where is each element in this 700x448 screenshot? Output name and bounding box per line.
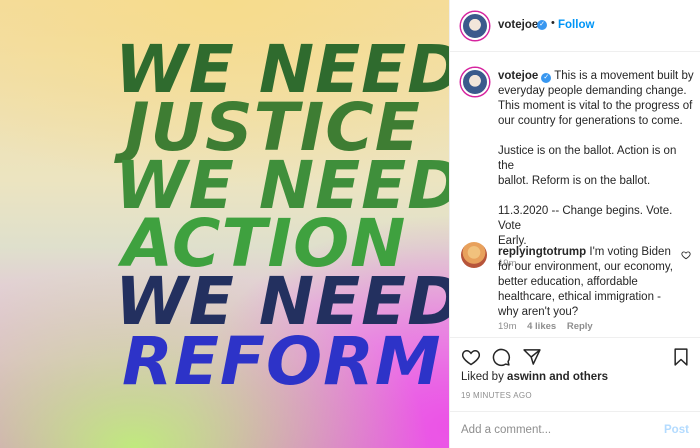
comment-bubble-icon[interactable] [491,347,511,367]
liked-by-user[interactable]: aswinn [507,371,546,383]
caption-line: 11.3.2020 -- Change begins. Vote. Vote [498,205,673,232]
comment-likes[interactable]: 4 likes [527,321,556,332]
slogan-line: REFORM [122,323,442,400]
commenter-avatar[interactable] [461,242,487,268]
caption-text: votejoe ✓ This is a movement built by eve… [498,69,694,271]
comment-line: better education, affordable [498,276,638,288]
comment-timestamp[interactable]: 19m [498,321,516,332]
caption-line: our country for generations to come. [498,115,683,127]
caption-line: This moment is vital to the progress of [498,100,693,112]
separator-dot: • [551,17,555,29]
add-comment-bar: Post [450,411,700,448]
caption-line: This is a movement built by [554,70,694,82]
comment-input[interactable] [461,422,651,438]
caption-username[interactable]: votejoe [498,70,538,82]
liked-by: Liked by aswinn and others [461,371,608,383]
caption-line: ballot. Reform is on the ballot. [498,175,651,187]
post-side-panel: votejoe ✓ • Follow votejoe ✓ This is a mo… [450,0,700,448]
caption-avatar[interactable] [461,68,489,96]
post-image[interactable]: WE NEED JUSTICE WE NEED ACTION WE NEED R… [0,0,449,448]
post-header: votejoe ✓ • Follow [450,0,700,52]
verified-badge-icon: ✓ [541,73,552,83]
avatar[interactable] [461,12,489,40]
header-username[interactable]: votejoe [498,19,538,31]
post-comment-button[interactable]: Post [664,424,689,436]
post-timestamp[interactable]: 19 MINUTES AGO [461,391,532,400]
share-paper-plane-icon[interactable] [522,347,542,367]
comment-text: replyingtotrump I'm voting Biden for our… [498,245,678,320]
comment-meta: 19m 4 likes Reply [498,321,601,332]
commenter-username[interactable]: replyingtotrump [498,246,586,258]
like-heart-icon[interactable] [461,347,481,367]
comment-line: why aren't you? [498,306,579,318]
caption-line: everyday people demanding change. [498,85,687,97]
comment-like-heart-icon[interactable] [681,250,691,260]
caption-line: Justice is on the ballot. Action is on t… [498,145,677,172]
liked-by-others[interactable]: others [573,371,608,383]
slogan-artwork: WE NEED JUSTICE WE NEED ACTION WE NEED R… [114,31,449,400]
comment-line: for our environment, our economy, [498,261,673,273]
reply-button[interactable]: Reply [567,321,593,332]
verified-badge-icon: ✓ [537,20,547,30]
follow-button[interactable]: Follow [558,19,594,31]
comment-line: healthcare, ethical immigration - [498,291,661,303]
liked-by-and: and [549,371,570,383]
liked-by-prefix: Liked by [461,371,504,383]
save-bookmark-icon[interactable] [671,347,691,367]
comment-line: I'm voting Biden [589,246,671,258]
